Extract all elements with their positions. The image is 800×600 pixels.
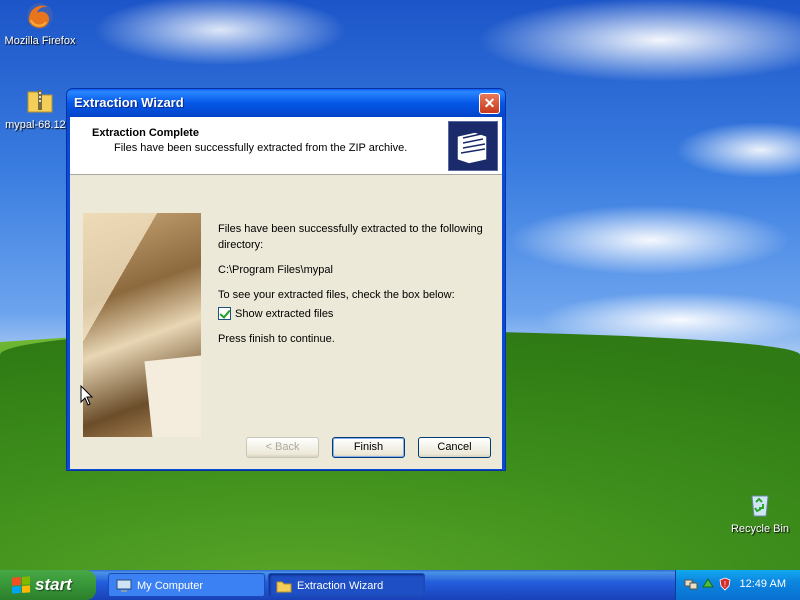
recycle-bin-icon [751,495,769,517]
cancel-button[interactable]: Cancel [418,437,491,458]
show-files-checkbox-row[interactable]: Show extracted files [218,307,488,320]
taskbar-item-label: Extraction Wizard [297,580,384,592]
close-button[interactable]: ✕ [479,93,500,114]
wizard-content: Files have been successfully extracted t… [218,221,488,356]
taskbar: start My Computer Extraction Wizard ! 12… [0,570,800,600]
network-icon[interactable] [684,577,698,591]
header-title: Extraction Complete [92,127,199,139]
wizard-side-image [83,213,201,437]
start-label: start [35,575,72,594]
svg-text:!: ! [724,580,726,589]
my-computer-icon [116,579,132,592]
extracted-message: Files have been successfully extracted t… [218,223,483,251]
extract-folders-icon [448,121,498,171]
desktop-icon-recycle-bin[interactable]: Recycle Bin [720,488,800,535]
window-titlebar[interactable]: Extraction Wizard ✕ [67,89,505,117]
desktop-icon-label: mypal-68.12... [5,119,75,131]
taskbar-item-extraction-wizard[interactable]: Extraction Wizard [268,573,425,597]
mouse-cursor-icon [80,385,94,406]
firefox-icon [27,3,53,29]
security-shield-icon[interactable]: ! [718,577,732,591]
windows-logo-icon [12,576,30,594]
taskbar-item-my-computer[interactable]: My Computer [108,573,265,597]
taskbar-item-label: My Computer [137,580,204,592]
show-extracted-files-label[interactable]: Show extracted files [235,308,333,320]
clock[interactable]: 12:49 AM [740,578,786,590]
checkbox-instruction: To see your extracted files, check the b… [218,289,455,301]
wizard-header: Extraction Complete Files have been succ… [70,117,502,175]
wizard-buttons: < Back Finish Cancel [246,437,491,458]
desktop-icon-firefox[interactable]: Mozilla Firefox [0,0,80,47]
safely-remove-hardware-icon[interactable] [701,577,715,591]
extraction-path: C:\Program Files\mypal [218,264,333,276]
window-client-area: Extraction Complete Files have been succ… [70,117,502,469]
show-extracted-files-checkbox[interactable] [218,307,231,320]
finish-button[interactable]: Finish [332,437,405,458]
desktop-icon-label: Recycle Bin [730,523,790,535]
desktop-icon-label: Mozilla Firefox [4,35,76,47]
close-icon: ✕ [483,95,496,111]
zip-folder-icon [27,90,53,113]
header-subtitle: Files have been successfully extracted f… [114,142,408,154]
back-button[interactable]: < Back [246,437,319,458]
window-title: Extraction Wizard [74,95,184,110]
system-tray: ! 12:49 AM [675,570,800,600]
extraction-wizard-window: Extraction Wizard ✕ Extraction Complete … [66,88,506,471]
finish-instruction: Press finish to continue. [218,333,335,345]
start-button[interactable]: start [0,570,96,600]
folder-icon [276,581,292,593]
